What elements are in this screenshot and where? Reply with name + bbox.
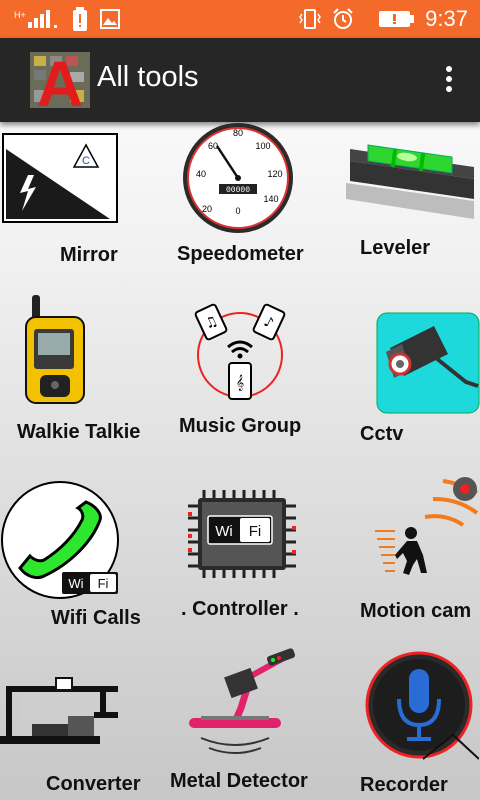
alert-icon: [73, 7, 87, 31]
tool-metal-detector[interactable]: Metal Detector: [165, 648, 325, 800]
controller-icon: Wi Fi: [188, 490, 296, 578]
app-logo-icon: A: [30, 50, 90, 110]
app-bar: A All tools: [0, 38, 480, 122]
tool-label: Converter: [46, 773, 141, 795]
tool-mirror[interactable]: C Mirror: [0, 125, 160, 275]
tool-converter[interactable]: Converter: [0, 668, 170, 800]
speedo-tick-60: 60: [208, 141, 218, 151]
tool-label: Cctv: [360, 423, 404, 445]
leveler-icon: [346, 144, 474, 219]
tool-label: Leveler: [360, 237, 431, 259]
tool-label: Music Group: [179, 415, 302, 437]
speedo-tick-100: 100: [255, 141, 270, 151]
converter-icon: [0, 677, 118, 744]
app-logo-letter: A: [37, 50, 83, 110]
tool-wifi-calls[interactable]: Wi Fi Wifi Calls: [0, 480, 170, 635]
speedo-tick-120: 120: [267, 169, 282, 179]
speedo-tick-40: 40: [196, 169, 206, 179]
tool-speedometer[interactable]: 20 40 60 80 100 120 140 0 00000 Speedome…: [165, 122, 315, 272]
vibrate-icon: [299, 9, 322, 29]
svg-text:H+: H+: [14, 10, 26, 20]
image-icon: [100, 9, 120, 29]
metal-detector-icon: [189, 648, 296, 754]
svg-text:𝄞: 𝄞: [236, 375, 244, 391]
wifi-calls-badge-left: Wi: [68, 576, 83, 591]
tool-label: . Controller .: [181, 598, 299, 620]
tool-label: Recorder: [360, 774, 448, 796]
tool-label: Metal Detector: [170, 770, 308, 792]
tool-label: Wifi Calls: [51, 607, 141, 629]
speedo-tick-zero: 0: [235, 206, 240, 216]
speedo-tick-80: 80: [233, 128, 243, 138]
mirror-triangle-letter: C: [82, 155, 90, 167]
overflow-menu-icon[interactable]: [444, 66, 454, 96]
controller-badge-left: Wi: [215, 523, 233, 540]
tool-label: Walkie Talkie: [17, 421, 141, 443]
tool-motion-cam[interactable]: Motion cam: [355, 475, 480, 630]
music-group-icon: ♫ ♪ 𝄞: [194, 303, 286, 400]
status-time: 9:37: [425, 6, 468, 31]
cctv-icon: [376, 312, 480, 414]
speedo-odometer: 00000: [226, 186, 250, 195]
controller-badge-right: Fi: [249, 523, 262, 540]
tool-walkie-talkie[interactable]: Walkie Talkie: [0, 290, 160, 450]
recorder-icon: [365, 651, 479, 760]
tool-label: Speedometer: [177, 243, 304, 265]
status-bar: H+ 9:37: [0, 0, 480, 38]
tool-cctv[interactable]: Cctv: [356, 300, 480, 450]
wifi-calls-badge-right: Fi: [98, 576, 109, 591]
speedo-tick-140: 140: [263, 194, 278, 204]
page-title: All tools: [97, 61, 199, 93]
wifi-calls-icon: Wi Fi: [1, 481, 119, 599]
alarm-icon: [333, 8, 353, 29]
tool-recorder[interactable]: Recorder: [355, 645, 480, 800]
battery-icon: [379, 11, 415, 27]
mirror-icon: C: [2, 133, 118, 223]
tool-label: Motion cam: [360, 600, 472, 622]
tool-controller[interactable]: Wi Fi . Controller .: [170, 480, 320, 630]
motion-cam-icon: [375, 477, 479, 575]
tool-label: Mirror: [60, 244, 118, 266]
walkie-talkie-icon: [25, 295, 85, 404]
signal-icon: H+: [14, 10, 57, 28]
speedo-tick-0: 20: [202, 204, 212, 214]
speedometer-icon: 20 40 60 80 100 120 140 0 00000: [183, 123, 293, 233]
tool-leveler[interactable]: Leveler: [340, 125, 480, 275]
tool-music-group[interactable]: ♫ ♪ 𝄞 Music Group: [170, 295, 320, 445]
